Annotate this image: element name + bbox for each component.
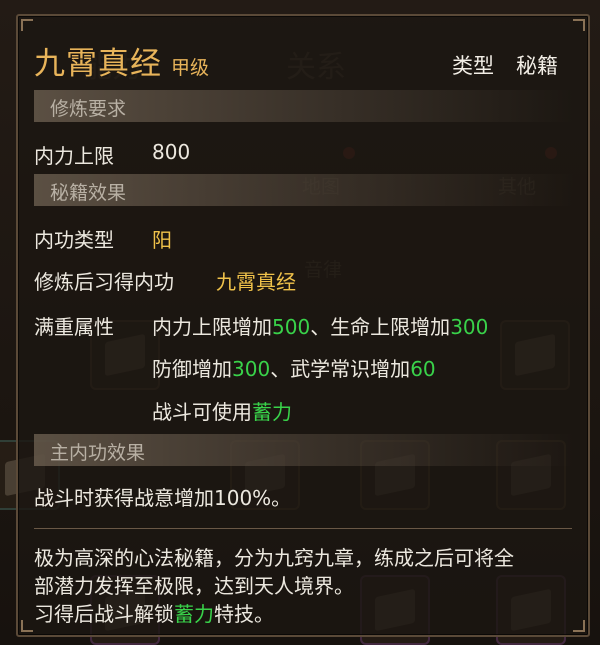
description-line-1: 极为高深的心法秘籍，分为九窍九章，练成之后可将全 bbox=[34, 546, 514, 570]
attr-text: 防御增加 bbox=[152, 357, 232, 381]
attr-text: 武学常识增加 bbox=[290, 357, 411, 381]
full-attribute-line-2: 防御增加300、武学常识增加60 bbox=[152, 353, 436, 382]
attr-sep: 、 bbox=[310, 315, 331, 339]
description-line-2: 部潜力发挥至极限，达到天人境界。 bbox=[34, 574, 354, 598]
main-effect-text: 战斗时获得战意增加100%。 bbox=[34, 486, 292, 510]
attr-value: 500 bbox=[272, 315, 311, 339]
full-attribute-line-1: 内力上限增加500、生命上限增加300 bbox=[152, 311, 488, 340]
full-attribute-label: 满重属性 bbox=[34, 315, 114, 339]
inner-type-value: 阳 bbox=[152, 228, 172, 252]
panel-corner-ornament bbox=[21, 19, 33, 31]
attr-text: 战斗可使用 bbox=[152, 400, 252, 424]
section-header-effects: 秘籍效果 bbox=[34, 174, 574, 206]
panel-corner-ornament bbox=[573, 620, 585, 632]
section-header-label: 秘籍效果 bbox=[50, 182, 127, 204]
attr-value: 300 bbox=[232, 357, 271, 381]
description-text: 特技。 bbox=[214, 602, 274, 626]
description-text: 习得后战斗解锁 bbox=[34, 602, 174, 626]
panel-corner-ornament bbox=[21, 620, 33, 632]
divider bbox=[34, 528, 572, 529]
inner-type-label: 内功类型 bbox=[34, 228, 114, 252]
skill-name: 蓄力 bbox=[252, 400, 292, 424]
requirement-label: 内力上限 bbox=[34, 144, 114, 168]
description-line-3: 习得后战斗解锁蓄力特技。 bbox=[34, 598, 274, 627]
panel-corner-ornament bbox=[573, 19, 585, 31]
attr-text: 内力上限增加 bbox=[152, 315, 272, 339]
attr-value: 60 bbox=[410, 357, 436, 381]
section-header-label: 主内功效果 bbox=[50, 442, 146, 464]
item-tooltip-panel: 九霄真经 甲级 类型 秘籍 修炼要求 内力上限 800 秘籍效果 内功类型 阳 … bbox=[16, 14, 590, 637]
item-title: 九霄真经 bbox=[34, 46, 162, 82]
section-header-label: 修炼要求 bbox=[50, 98, 127, 120]
attr-sep: 、 bbox=[270, 357, 291, 381]
item-grade: 甲级 bbox=[171, 57, 210, 79]
section-header-main-effect: 主内功效果 bbox=[34, 434, 574, 466]
attr-value: 300 bbox=[450, 315, 489, 339]
attr-text: 生命上限增加 bbox=[330, 315, 451, 339]
skill-name: 蓄力 bbox=[174, 602, 214, 626]
item-type-label: 类型 bbox=[452, 54, 494, 78]
learn-value: 九霄真经 bbox=[216, 270, 296, 294]
learn-label: 修炼后习得内功 bbox=[34, 270, 174, 294]
section-header-requirements: 修炼要求 bbox=[34, 90, 574, 122]
requirement-value: 800 bbox=[152, 140, 191, 164]
full-attribute-line-3: 战斗可使用蓄力 bbox=[152, 396, 292, 425]
item-type-value: 秘籍 bbox=[516, 54, 558, 78]
